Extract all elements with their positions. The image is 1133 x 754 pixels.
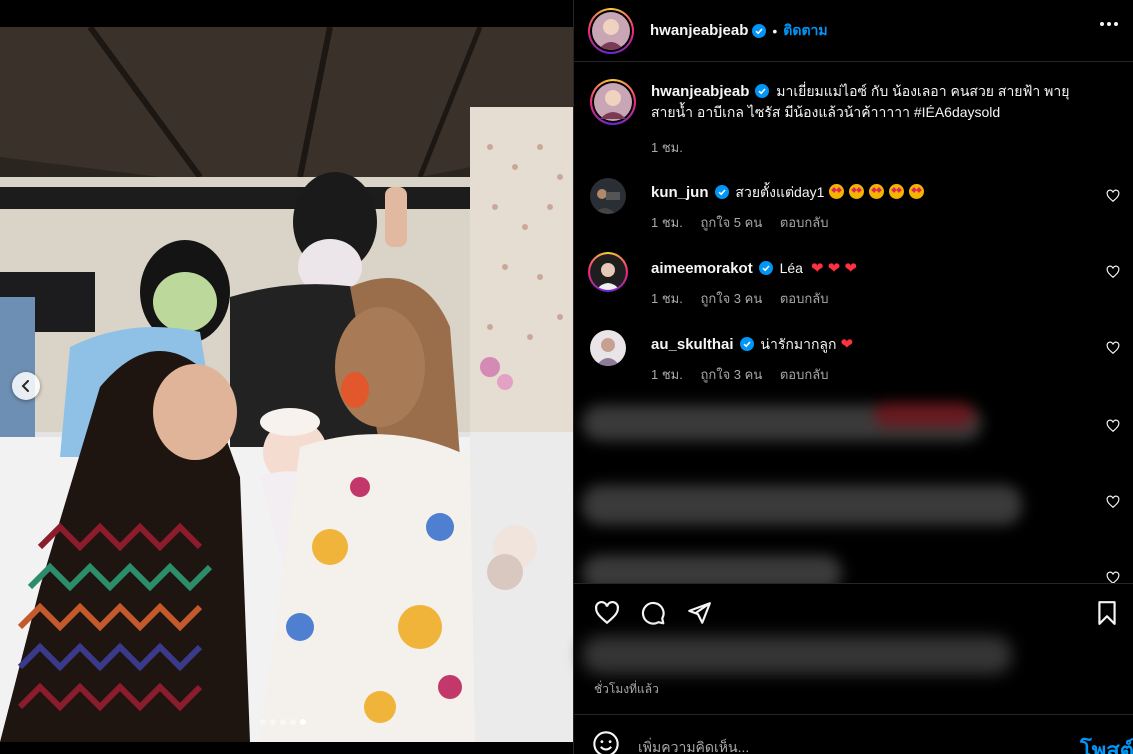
heart-icon[interactable] [1106,419,1120,433]
heart-icon[interactable] [1106,265,1120,279]
heart-icon[interactable] [594,600,620,626]
star-eyes-emoji [909,184,925,199]
comment-text: Léa [779,260,803,276]
author-avatar[interactable] [588,7,634,54]
red-heart-emoji: ❤ [840,336,854,353]
post-side-panel: hwanjeabjeab • ติดตาม hwanjeabjeab มาเยี… [573,0,1133,754]
caption: hwanjeabjeab มาเยี่ยมแม่ไอซ์ กับ น้องเลอ… [590,79,1120,159]
reply-button[interactable]: ตอบกลับ [780,215,829,230]
verified-icon [739,337,754,351]
verified-icon [714,185,729,199]
share-icon[interactable] [686,600,712,626]
commenter-username[interactable]: aimeemorakot [651,260,753,277]
commenter-avatar[interactable] [588,252,628,292]
commenter-username[interactable]: au_skulthai [651,336,734,353]
more-icon[interactable] [1100,22,1118,26]
carousel-dot-active [300,719,306,725]
carousel-prev-button[interactable] [12,372,40,400]
caption-username[interactable]: hwanjeabjeab [651,83,749,100]
verified-icon [755,84,770,98]
comment-likes[interactable]: ถูกใจ 5 คน [700,215,762,230]
commenter-avatar[interactable] [590,330,626,366]
commenter-avatar[interactable] [590,178,626,214]
emoji-icon[interactable] [592,730,620,754]
post-media[interactable] [0,0,573,754]
blurred-comments [574,395,1133,583]
verified-icon [758,261,773,275]
star-eyes-emoji [829,184,845,199]
comment-input[interactable]: เพิ่มความคิดเห็น... [638,737,1038,754]
author-avatar[interactable] [590,79,636,125]
likes-blurred [582,636,1012,674]
reply-button[interactable]: ตอบกลับ [780,291,829,306]
carousel-dot [270,719,276,725]
post-header: hwanjeabjeab • ติดตาม [574,0,1133,62]
caption-time: 1 ชม. [651,140,683,155]
carousel-indicator [260,719,306,725]
comment-text: น่ารักมากลูก [760,336,837,352]
caption-text-line1: มาเยี่ยมแม่ไอซ์ กับ น้องเลอา คนสวย สายฟ้… [776,83,1070,99]
comment-item: au_skulthai น่ารักมากลูก ❤ 1 ชม. ถูกใจ 3 … [590,330,1120,390]
red-heart-emoji: ❤ ❤ ❤ [810,260,857,277]
author-username[interactable]: hwanjeabjeab [650,22,748,39]
follow-button[interactable]: ติดตาม [783,20,827,42]
star-eyes-emoji [849,184,865,199]
action-bar: ชั่วโมงที่แล้ว [574,583,1133,713]
carousel-dot [290,719,296,725]
comment-composer: เพิ่มความคิดเห็น... โพสต์ [574,714,1133,754]
post-button[interactable]: โพสต์ [1080,733,1133,754]
chevron-left-icon [21,380,29,392]
post-photo [0,27,573,742]
reply-button[interactable]: ตอบกลับ [780,367,829,382]
heart-icon[interactable] [1106,189,1120,203]
heart-icon[interactable] [1106,495,1120,509]
comment-time: 1 ชม. [651,367,683,382]
caption-text-line2: สายน้ำ อาบีเกล ไซรัส มีน้องแล้วน้าค้าาาา… [651,104,1001,120]
carousel-dot [280,719,286,725]
carousel-dot [260,719,266,725]
comment-icon[interactable] [640,600,666,626]
star-eyes-emoji [869,184,885,199]
comment-item: aimeemorakot Léa ❤ ❤ ❤ 1 ชม. ถูกใจ 3 คน … [588,252,1120,314]
heart-icon[interactable] [1106,341,1120,355]
star-eyes-emoji [889,184,905,199]
comment-likes[interactable]: ถูกใจ 3 คน [700,291,762,306]
verified-icon [752,23,767,38]
comment-likes[interactable]: ถูกใจ 3 คน [700,367,762,382]
heart-icon[interactable] [1106,571,1120,583]
comment-time: 1 ชม. [651,215,683,230]
commenter-username[interactable]: kun_jun [651,184,709,201]
comment-text: สวยตั้งแต่day1 [735,184,825,200]
comment-item: kun_jun สวยตั้งแต่day1 1 ชม. ถูกใจ 5 คน … [590,178,1120,238]
comment-time: 1 ชม. [651,291,683,306]
separator: • [772,22,778,39]
post-time: ชั่วโมงที่แล้ว [594,682,659,696]
comment-list[interactable]: hwanjeabjeab มาเยี่ยมแม่ไอซ์ กับ น้องเลอ… [574,63,1133,583]
bookmark-icon[interactable] [1094,600,1120,626]
